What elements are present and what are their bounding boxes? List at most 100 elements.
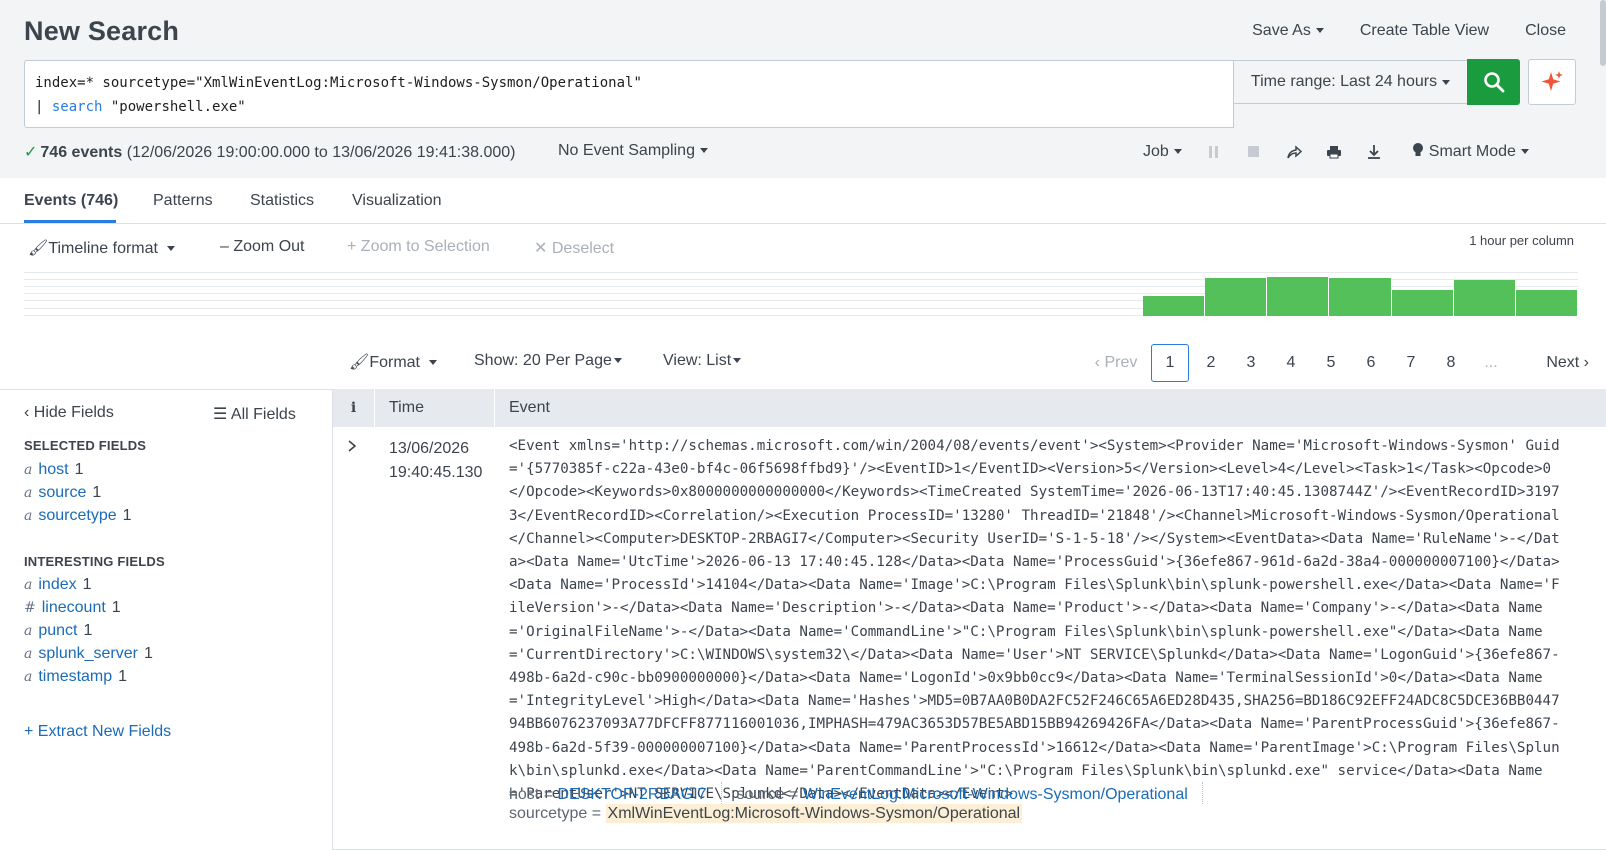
prev-label: Prev xyxy=(1104,354,1138,371)
event-meta-line-2: sourcetype = XmlWinEventLog:Microsoft-Wi… xyxy=(509,804,1023,823)
page-button-1[interactable]: 1 xyxy=(1151,344,1189,382)
page-button-3[interactable]: 3 xyxy=(1231,354,1271,372)
field-name: timestamp xyxy=(38,668,113,685)
timeline-bar[interactable] xyxy=(1515,289,1578,316)
page-size-menu[interactable]: Show: 20 Per Page xyxy=(474,352,622,370)
time-column-header[interactable]: Time xyxy=(375,389,495,427)
timeline-bar[interactable] xyxy=(1267,276,1330,316)
expand-row-icon[interactable] xyxy=(347,439,357,458)
chevron-down-icon xyxy=(1442,79,1451,85)
search-input[interactable]: index=* sourcetype="XmlWinEventLog:Micro… xyxy=(24,60,1234,128)
deselect-button[interactable]: ✕ Deselect xyxy=(534,238,614,258)
timeline-format-label: Timeline format xyxy=(48,240,158,257)
chevron-down-icon xyxy=(1173,148,1182,154)
time-range-label: Time range: Last 24 hours xyxy=(1250,73,1438,90)
source-label: source = xyxy=(736,786,799,803)
field-punct[interactable]: a punct 1 xyxy=(24,622,92,640)
field-splunk-server[interactable]: a splunk_server 1 xyxy=(24,645,153,663)
search-header: New Search Save As Create Table View Clo… xyxy=(0,0,1606,178)
timeline-bar[interactable] xyxy=(1142,296,1206,316)
event-sampling-label: No Event Sampling xyxy=(558,142,695,159)
field-type: a xyxy=(24,485,33,501)
job-status: ✓ 746 events (12/06/2026 19:00:00.000 to … xyxy=(24,142,515,162)
search-line-2: | search "powershell.exe" xyxy=(35,95,1223,119)
page-button-7[interactable]: 7 xyxy=(1391,354,1431,372)
field-count: 1 xyxy=(118,668,128,685)
prev-page-button[interactable]: ‹ Prev xyxy=(1081,354,1151,372)
field-timestamp[interactable]: a timestamp 1 xyxy=(24,668,127,686)
field-name: punct xyxy=(38,622,78,639)
timeline-bar[interactable] xyxy=(1329,277,1392,316)
view-label: View: List xyxy=(663,352,732,369)
timeline-bar[interactable] xyxy=(1205,277,1268,316)
host-value[interactable]: DESKTOP-2RBAGI7 xyxy=(557,786,706,803)
next-page-button[interactable]: Next › xyxy=(1511,354,1589,372)
tab-events[interactable]: Events (746) xyxy=(24,192,118,210)
search-icon xyxy=(1483,72,1504,93)
timeline-bar[interactable] xyxy=(1391,289,1454,316)
format-menu[interactable]: 🖌Format xyxy=(349,352,437,372)
field-type: a xyxy=(24,462,33,478)
tab-visualization[interactable]: Visualization xyxy=(352,192,442,210)
event-sampling-menu[interactable]: No Event Sampling xyxy=(558,142,708,160)
event-count: 746 events xyxy=(40,144,123,161)
zoom-out-button[interactable]: – Zoom Out xyxy=(220,238,304,256)
tab-statistics[interactable]: Statistics xyxy=(250,192,314,210)
table-row: 13/06/2026 19:40:45.130 <Event xmlns='ht… xyxy=(333,427,1606,850)
deselect-label: Deselect xyxy=(551,240,615,257)
chevron-down-icon xyxy=(699,148,708,153)
job-menu[interactable]: Job xyxy=(1143,143,1182,161)
time-range-picker[interactable]: Time range: Last 24 hours xyxy=(1234,60,1468,104)
share-icon[interactable] xyxy=(1274,144,1314,159)
search-button[interactable] xyxy=(1467,59,1520,105)
field-type: a xyxy=(24,577,33,593)
chevron-down-icon xyxy=(166,246,175,251)
page-button-6[interactable]: 6 xyxy=(1351,354,1391,372)
ai-assistant-button[interactable] xyxy=(1528,59,1576,105)
close-button[interactable]: Close xyxy=(1525,22,1566,40)
view-menu[interactable]: View: List xyxy=(663,352,742,370)
field-host[interactable]: a host 1 xyxy=(24,461,84,479)
event-time: 13/06/2026 19:40:45.130 xyxy=(389,437,482,485)
field-type: a xyxy=(24,646,33,662)
field-name: splunk_server xyxy=(38,645,138,662)
zoom-to-selection-button[interactable]: + Zoom to Selection xyxy=(347,238,490,256)
format-label: Format xyxy=(369,354,420,371)
page-button-4[interactable]: 4 xyxy=(1271,354,1311,372)
sourcetype-value[interactable]: XmlWinEventLog:Microsoft-Windows-Sysmon/… xyxy=(605,804,1023,823)
extract-new-fields-link[interactable]: + Extract New Fields xyxy=(24,723,171,741)
print-icon[interactable] xyxy=(1314,145,1354,159)
field-source[interactable]: a source 1 xyxy=(24,484,101,502)
timeline-chart[interactable] xyxy=(24,272,1578,316)
page-button-8[interactable]: 8 xyxy=(1431,354,1471,372)
result-tabs: Events (746) Patterns Statistics Visuali… xyxy=(0,178,1606,224)
field-index[interactable]: a index 1 xyxy=(24,576,92,594)
field-linecount[interactable]: # linecount 1 xyxy=(24,599,121,617)
tab-patterns[interactable]: Patterns xyxy=(153,192,213,210)
timeline-format-menu[interactable]: 🖌Timeline format xyxy=(28,238,175,258)
source-value[interactable]: WinEventLog:Microsoft-Windows-Sysmon/Ope… xyxy=(803,786,1188,803)
page-button-5[interactable]: 5 xyxy=(1311,354,1351,372)
field-count: 1 xyxy=(83,622,93,639)
scrollbar[interactable] xyxy=(1600,0,1606,66)
header-actions: Save As Create Table View Close xyxy=(1252,22,1566,40)
page-button-2[interactable]: 2 xyxy=(1191,354,1231,372)
search-mode-menu[interactable]: Smart Mode xyxy=(1412,142,1529,161)
hide-fields-button[interactable]: ‹ Hide Fields xyxy=(24,404,114,422)
pagination: ‹ Prev 1 2 3 4 5 6 7 8 ... Next › xyxy=(1081,344,1589,382)
export-icon[interactable] xyxy=(1354,144,1394,160)
field-name: sourcetype xyxy=(38,507,117,524)
create-table-view-button[interactable]: Create Table View xyxy=(1360,22,1489,40)
timeline-bar[interactable] xyxy=(1453,279,1516,316)
check-icon: ✓ xyxy=(24,144,38,161)
event-time-range: (12/06/2026 19:00:00.000 to 13/06/2026 1… xyxy=(126,144,516,161)
chevron-down-icon xyxy=(733,358,742,363)
event-date: 13/06/2026 xyxy=(389,440,470,457)
pause-icon[interactable] xyxy=(1194,145,1234,159)
field-sourcetype[interactable]: a sourcetype 1 xyxy=(24,507,132,525)
all-fields-button[interactable]: ☰ All Fields xyxy=(213,404,296,424)
search-line-1: index=* sourcetype="XmlWinEventLog:Micro… xyxy=(35,75,642,91)
zoom-to-selection-label: Zoom to Selection xyxy=(360,238,490,255)
save-as-menu[interactable]: Save As xyxy=(1252,22,1324,40)
stop-icon[interactable] xyxy=(1234,145,1274,159)
